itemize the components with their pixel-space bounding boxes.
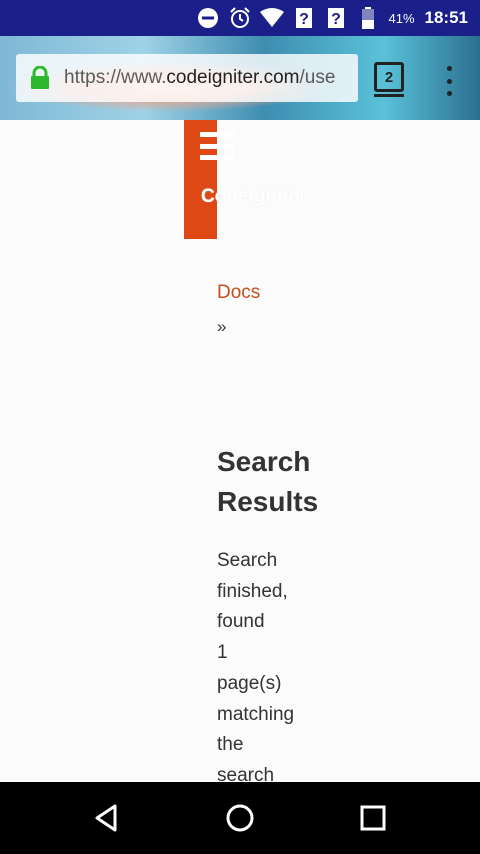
url-text: https://www.codeigniter.com/use (64, 67, 336, 88)
overflow-menu-icon[interactable] (442, 66, 456, 96)
svg-text:?: ? (300, 11, 310, 28)
tab-count: 2 (384, 68, 394, 86)
breadcrumb-docs-link[interactable]: Docs (217, 282, 260, 304)
system-nav-bar (0, 782, 480, 854)
search-status-message: Search finished, found 1 page(s) matchin… (217, 550, 295, 786)
no-signal-icon: ? (324, 6, 348, 30)
hamburger-icon[interactable] (200, 132, 234, 160)
breadcrumb-separator: » (217, 317, 227, 336)
lock-icon (28, 65, 52, 90)
browser-toolbar: https://www.codeigniter.com/use 2 (0, 36, 480, 120)
battery-icon (356, 6, 380, 30)
page-title: Search Results (217, 446, 319, 517)
clock: 18:51 (424, 8, 468, 27)
back-icon[interactable] (88, 800, 124, 836)
svg-text:?: ? (332, 11, 342, 28)
do-not-disturb-icon (196, 6, 220, 30)
tab-switcher-button[interactable]: 2 (374, 62, 404, 97)
alarm-icon (228, 6, 252, 30)
site-brand[interactable]: CodeIgniter (201, 186, 307, 208)
no-signal-icon: ? (292, 6, 316, 30)
status-bar: ? ? 41% 18:51 (0, 0, 480, 36)
address-bar[interactable]: https://www.codeigniter.com/use (16, 54, 358, 102)
home-icon[interactable] (222, 800, 258, 836)
wifi-icon (260, 6, 285, 30)
recents-icon[interactable] (355, 800, 391, 836)
battery-percent: 41% (388, 10, 415, 26)
